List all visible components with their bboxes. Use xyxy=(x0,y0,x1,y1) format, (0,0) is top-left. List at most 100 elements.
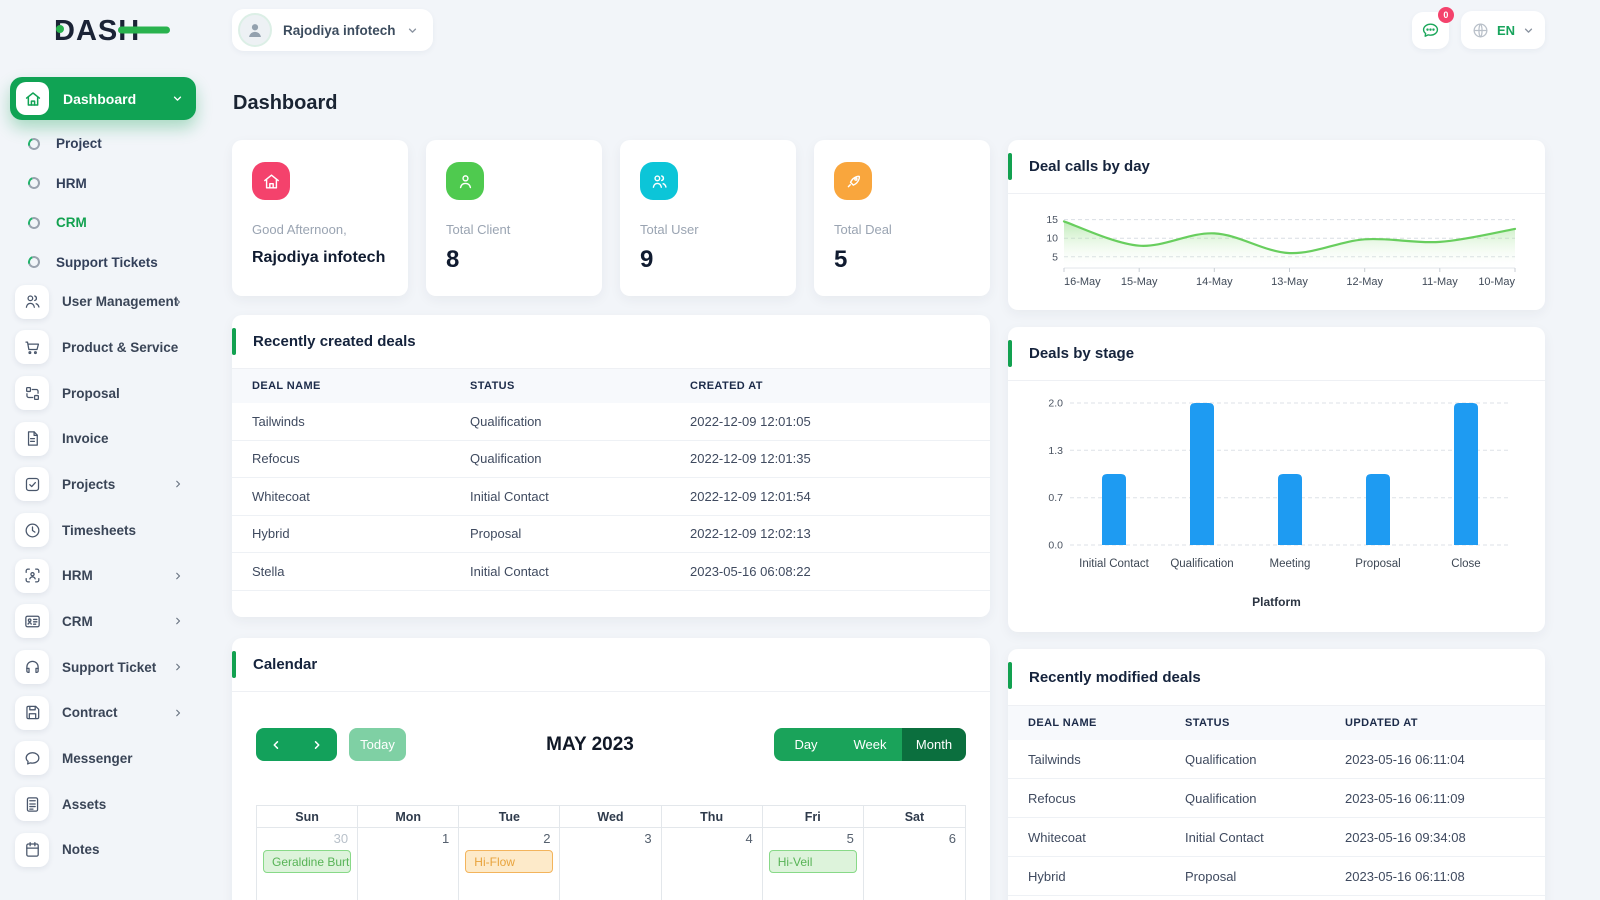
users-icon xyxy=(25,295,40,309)
check-square-icon xyxy=(25,477,39,492)
sidebar-item-assets[interactable]: Assets xyxy=(0,781,222,827)
calendar-day-header: Fri xyxy=(763,806,864,827)
card-title: Recently modified deals xyxy=(1029,668,1201,686)
calendar-week-row: 30 Geraldine Burt 1 2 Hi-Flow 3 4 5 Hi-Veil 6 xyxy=(257,827,965,900)
sidebar-item-timesheets[interactable]: Timesheets xyxy=(0,507,222,553)
scan-user-icon xyxy=(25,568,39,583)
sidebar-item-contract[interactable]: Contract xyxy=(0,690,222,736)
calendar-event[interactable]: Hi-Flow xyxy=(465,850,554,873)
circle-icon xyxy=(26,175,42,192)
sidebar-dashboard-label: Dashboard xyxy=(63,90,137,107)
calendar-date-number: 2 xyxy=(543,831,551,846)
calendar-event[interactable]: Geraldine Burt xyxy=(263,850,352,873)
svg-text:15: 15 xyxy=(1046,214,1058,226)
calendar-date-number: 1 xyxy=(442,831,450,846)
calendar-day-cell[interactable]: 3 xyxy=(560,827,662,900)
stat-value: 9 xyxy=(640,246,654,273)
calendar-day-cell[interactable]: 4 xyxy=(661,827,763,900)
svg-text:Meeting: Meeting xyxy=(1270,558,1311,570)
table-cell: 2022-12-09 12:01:54 xyxy=(690,488,811,504)
table-cell: Refocus xyxy=(252,451,300,467)
main-right-column: Deal calls by day 5 10 15 16-May 15-May 14-Ma… xyxy=(1008,140,1545,900)
topbar: Rajodiya infotech 0 EN xyxy=(232,6,1545,52)
circle-icon xyxy=(26,214,42,231)
sidebar-item-support-ticket[interactable]: Support Ticket xyxy=(0,644,222,690)
calendar-today-button[interactable]: Today xyxy=(349,728,406,761)
messages-button[interactable]: 0 xyxy=(1411,6,1454,49)
sidebar-subitem-crm[interactable]: CRM xyxy=(0,203,222,243)
svg-text:0.0: 0.0 xyxy=(1048,540,1063,552)
accent-bar xyxy=(232,328,236,355)
sidebar-item-dashboard[interactable]: Dashboard xyxy=(10,77,196,120)
sidebar-item-projects[interactable]: Projects xyxy=(0,462,222,508)
sidebar-item-invoice[interactable]: Invoice xyxy=(0,416,222,462)
sidebar-subitem-hrm[interactable]: HRM xyxy=(0,164,222,204)
messages-badge: 0 xyxy=(1437,6,1454,23)
calendar-toolbar: Today MAY 2023 Day Week Month xyxy=(256,728,966,761)
bar-chart-xaxis-label: Platform xyxy=(1252,595,1301,609)
deals-by-stage-card: Deals by stage 2.0 1.3 0.7 0.0 Initial Conta… xyxy=(1008,327,1545,632)
sidebar-item-notes[interactable]: Notes xyxy=(0,827,222,873)
svg-text:11-May: 11-May xyxy=(1422,276,1458,288)
svg-text:14-May: 14-May xyxy=(1196,276,1233,288)
logo-dash-icon xyxy=(118,26,170,34)
company-selector[interactable]: Rajodiya infotech xyxy=(232,9,433,51)
svg-text:1.3: 1.3 xyxy=(1048,445,1063,457)
sidebar-item-messenger[interactable]: Messenger xyxy=(0,736,222,782)
sidebar-subitem-support-tickets[interactable]: Support Tickets xyxy=(0,243,222,283)
calendar-view-day[interactable]: Day xyxy=(774,728,838,761)
accent-bar xyxy=(1008,340,1012,367)
accent-bar xyxy=(1008,662,1012,689)
recently-modified-deals-table: DEAL NAME STATUS UPDATED AT Tailwinds Qualif… xyxy=(1008,706,1545,896)
calendar-event[interactable]: Hi-Veil xyxy=(768,850,857,873)
home-icon xyxy=(16,82,49,115)
calendar-next-button[interactable] xyxy=(297,728,338,761)
language-selector[interactable]: EN xyxy=(1460,11,1545,49)
dashboard-submenu: Project HRM CRM Support Tickets xyxy=(0,124,222,282)
recently-modified-deals-card: Recently modified deals DEAL NAME STATUS U… xyxy=(1008,649,1545,900)
sidebar-item-product-service[interactable]: Product & Service xyxy=(0,325,222,371)
table-cell: Whitecoat xyxy=(1028,829,1086,845)
cart-icon xyxy=(24,341,39,355)
card-header: Recently created deals xyxy=(232,315,990,369)
svg-text:Close: Close xyxy=(1451,558,1480,570)
table-row: Whitecoat Initial Contact 2023-05-16 09:34… xyxy=(1008,818,1545,857)
calendar-view-week[interactable]: Week xyxy=(838,728,902,761)
calendar-prev-button[interactable] xyxy=(256,728,297,761)
calendar-day-cell[interactable]: 2 Hi-Flow xyxy=(459,827,561,900)
calendar-day-header: Sat xyxy=(904,809,925,824)
table-cell: Qualification xyxy=(1185,751,1257,767)
sidebar-subitem-project[interactable]: Project xyxy=(0,124,222,164)
chevron-right-icon xyxy=(176,618,181,625)
calendar-view-month[interactable]: Month xyxy=(902,728,966,761)
calendar-day-header-row: Sun Mon Tue Wed Thu Fri Sat xyxy=(257,806,965,827)
table-cell: Proposal xyxy=(470,526,522,542)
stat-cards: Good Afternoon, Rajodiya infotech Total Cl… xyxy=(232,140,990,296)
sidebar-item-proposal[interactable]: Proposal xyxy=(0,370,222,416)
stat-value: 5 xyxy=(834,246,848,273)
calendar-day-cell[interactable]: 5 Hi-Veil xyxy=(762,827,864,900)
home-icon xyxy=(263,173,279,189)
calendar-day-header: Thu xyxy=(662,806,763,827)
table-cell: 2023-05-16 06:11:09 xyxy=(1345,790,1465,806)
table-cell: Hybrid xyxy=(1028,868,1066,884)
table-cell: Proposal xyxy=(1185,868,1237,884)
calendar-day-header: Mon xyxy=(358,806,460,827)
calendar-date-number: 6 xyxy=(948,831,956,846)
calendar-day-cell[interactable]: 6 xyxy=(863,827,965,900)
svg-text:15-May: 15-May xyxy=(1121,276,1158,288)
calendar-day-cell[interactable]: 1 xyxy=(358,827,460,900)
stat-card-total-deal: Total Deal 5 xyxy=(814,140,990,296)
chevron-down-icon xyxy=(1522,24,1535,37)
sidebar-item-crm[interactable]: CRM xyxy=(0,599,222,645)
table-cell: Initial Contact xyxy=(470,563,549,579)
globe-icon xyxy=(1471,21,1490,40)
circle-icon xyxy=(26,254,42,271)
sidebar-item-hrm[interactable]: HRM xyxy=(0,553,222,599)
sidebar-item-user-management[interactable]: User Management xyxy=(0,279,222,325)
logo-dot-icon xyxy=(56,25,64,33)
calendar-day-cell[interactable]: 30 Geraldine Burt xyxy=(257,827,359,900)
chevron-right-icon xyxy=(176,709,181,717)
chat-icon xyxy=(25,751,39,765)
brand-logo: DASH xyxy=(54,12,174,48)
